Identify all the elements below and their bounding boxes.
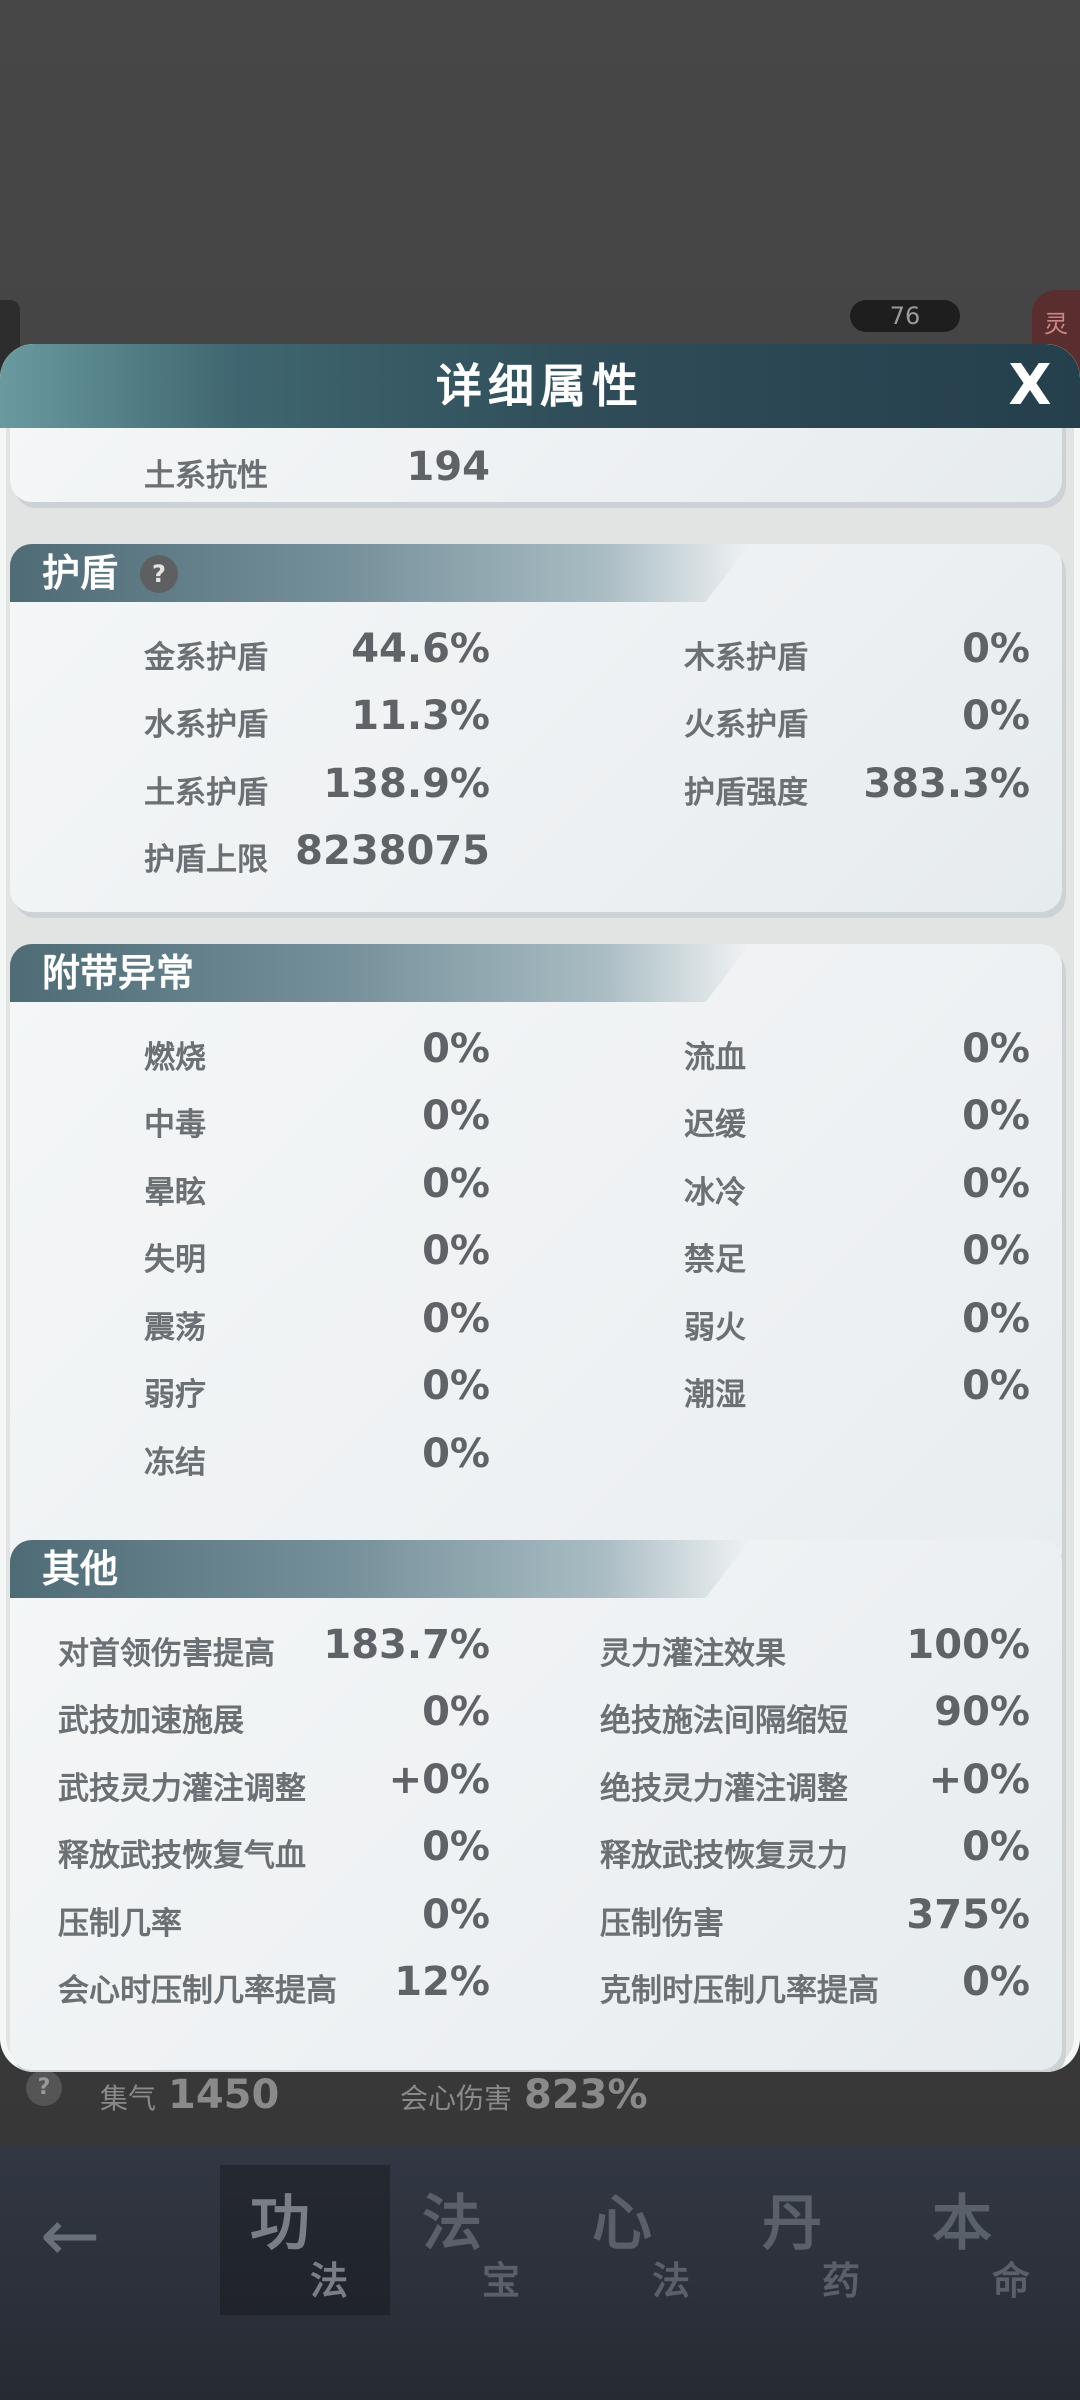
stat-value: 0% — [962, 626, 1030, 672]
stat-label: 燃烧 — [144, 1040, 206, 1076]
stat-value: 0% — [962, 1363, 1030, 1409]
stat-value: 90% — [934, 1689, 1030, 1735]
stat-label: 潮湿 — [684, 1377, 746, 1413]
nav-tab-xinfa-small: 法 — [652, 2259, 691, 2303]
stat-label: 迟缓 — [684, 1107, 746, 1143]
nav-tab-danyao-small: 药 — [822, 2259, 861, 2303]
nav-tab-gongfa[interactable]: 功 法 — [220, 2165, 390, 2315]
stat-value: 44.6% — [351, 626, 490, 672]
section-header — [10, 1540, 750, 1598]
detail-attributes-modal: 土系抗性 194 护盾 ? 金系护盾 44.6% 木系护盾 0% 水系护盾 11… — [0, 344, 1080, 2072]
stat-value: 383.3% — [863, 761, 1030, 807]
bottom-nav: ← 功 法 法 宝 心 法 丹 药 本 命 — [0, 2145, 1080, 2400]
section-header — [10, 544, 750, 602]
stat-value: 183.7% — [323, 1622, 490, 1668]
stat-value: 0% — [422, 1026, 490, 1072]
energy-label: 集气 — [100, 2082, 157, 2115]
stat-value: 0% — [962, 1093, 1030, 1139]
stat-label: 弱火 — [684, 1310, 746, 1346]
stat-label: 冰冷 — [684, 1175, 746, 1211]
stat-value: 0% — [422, 1892, 490, 1938]
stat-label: 中毒 — [144, 1107, 206, 1143]
section-title: 其他 — [42, 1547, 119, 1591]
stat-value: 12% — [394, 1959, 490, 2005]
stat-label: 对首领伤害提高 — [58, 1636, 275, 1672]
help-icon[interactable]: ? — [140, 555, 178, 593]
stat-value: +0% — [928, 1757, 1030, 1803]
stat-label: 冻结 — [144, 1445, 206, 1481]
energy-stat: 集气 1450 — [100, 2072, 279, 2118]
stat-label: 武技加速施展 — [58, 1703, 244, 1739]
stat-value: 0% — [962, 1959, 1030, 2005]
nav-tab-benming[interactable]: 本 命 — [902, 2165, 1072, 2315]
crit-damage-stat: 会心伤害 823% — [400, 2072, 648, 2118]
stat-value: 8238075 — [295, 828, 490, 874]
shield-section: 护盾 ? 金系护盾 44.6% 木系护盾 0% 水系护盾 11.3% 火系护盾 … — [10, 544, 1062, 912]
stat-label: 晕眩 — [144, 1175, 206, 1211]
section-title: 附带异常 — [42, 951, 195, 995]
crit-damage-label: 会心伤害 — [400, 2082, 513, 2115]
nav-tab-fabao-small: 宝 — [482, 2259, 521, 2303]
modal-title: 详细属性 — [436, 359, 644, 413]
nav-tab-fabao-big: 法 — [422, 2189, 482, 2259]
back-arrow-button[interactable]: ← — [40, 2195, 140, 2275]
stat-label: 震荡 — [144, 1310, 206, 1346]
stats-help-icon: ? — [26, 2070, 62, 2106]
stat-value: 0% — [422, 1093, 490, 1139]
nav-tab-danyao-big: 丹 — [762, 2189, 822, 2259]
stat-value: 11.3% — [351, 693, 490, 739]
nav-tab-fabao[interactable]: 法 宝 — [392, 2165, 562, 2315]
stat-value: +0% — [388, 1757, 490, 1803]
stat-label: 克制时压制几率提高 — [600, 1973, 879, 2009]
stat-label: 压制伤害 — [600, 1906, 724, 1942]
stat-value: 100% — [906, 1622, 1030, 1668]
stat-value: 0% — [962, 1161, 1030, 1207]
stat-value: 0% — [422, 1824, 490, 1870]
stat-value: 0% — [962, 693, 1030, 739]
section-title: 护盾 — [42, 551, 119, 595]
stat-label: 禁足 — [684, 1242, 746, 1278]
nav-tab-xinfa[interactable]: 心 法 — [562, 2165, 732, 2315]
stat-label: 弱疗 — [144, 1377, 206, 1413]
close-button[interactable]: X — [1002, 358, 1058, 414]
nav-tab-gongfa-big: 功 — [250, 2189, 310, 2259]
nav-tab-xinfa-big: 心 — [592, 2189, 652, 2259]
background-stats: ? 集气 1450 会心伤害 823% — [0, 2060, 1080, 2140]
stat-value: 0% — [422, 1296, 490, 1342]
stat-label: 释放武技恢复气血 — [58, 1838, 306, 1874]
other-section: 其他 对首领伤害提高 183.7% 灵力灌注效果 100% 武技加速施展 0% … — [10, 1540, 1062, 2070]
stat-label: 释放武技恢复灵力 — [600, 1838, 848, 1874]
stat-label: 失明 — [144, 1242, 206, 1278]
stat-value: 138.9% — [323, 761, 490, 807]
stat-label: 绝技施法间隔缩短 — [600, 1703, 848, 1739]
stat-value: 0% — [962, 1296, 1030, 1342]
stat-value: 0% — [962, 1824, 1030, 1870]
stat-value: 0% — [962, 1026, 1030, 1072]
stat-label: 压制几率 — [58, 1906, 182, 1942]
level-badge: 76 — [850, 300, 960, 332]
stat-label: 会心时压制几率提高 — [58, 1973, 337, 2009]
stat-value: 0% — [422, 1689, 490, 1735]
nav-tab-gongfa-small: 法 — [310, 2259, 349, 2303]
stat-label: 土系抗性 — [144, 458, 268, 494]
stat-label: 灵力灌注效果 — [600, 1636, 786, 1672]
stat-value: 375% — [906, 1892, 1030, 1938]
stat-value: 0% — [422, 1161, 490, 1207]
stat-label: 武技灵力灌注调整 — [58, 1771, 306, 1807]
stat-value: 0% — [962, 1228, 1030, 1274]
nav-tab-benming-small: 命 — [992, 2259, 1031, 2303]
nav-tab-benming-big: 本 — [932, 2189, 992, 2259]
stat-value: 0% — [422, 1363, 490, 1409]
energy-value: 1450 — [168, 2072, 280, 2118]
stat-value: 194 — [406, 444, 491, 490]
stat-label: 流血 — [684, 1040, 746, 1076]
stat-value: 0% — [422, 1228, 490, 1274]
stat-label: 绝技灵力灌注调整 — [600, 1771, 848, 1807]
crit-damage-value: 823% — [524, 2072, 648, 2118]
stat-value: 0% — [422, 1431, 490, 1477]
nav-tab-danyao[interactable]: 丹 药 — [732, 2165, 902, 2315]
